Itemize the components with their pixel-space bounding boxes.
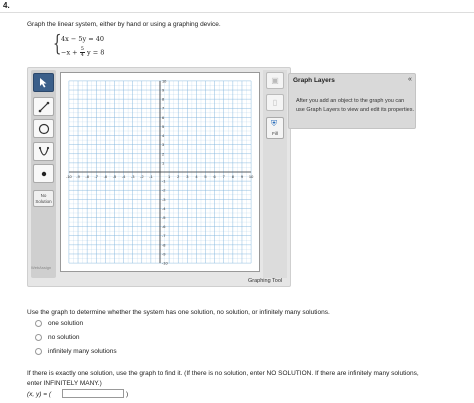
x-tick-label: -7: [94, 174, 98, 179]
point-tool-button[interactable]: [33, 164, 54, 183]
x-tick-label: 1: [168, 174, 170, 179]
part3-instruction-2: enter INFINITELY MANY.): [27, 380, 102, 387]
x-tick-label: 10: [249, 174, 254, 179]
paint-bucket-icon: ⛨: [271, 119, 277, 128]
answer-close-paren: ): [126, 391, 129, 398]
y-tick-label: -1: [162, 179, 166, 184]
pointer-icon: [40, 77, 47, 87]
y-tick-label: -2: [162, 188, 166, 193]
radio-one-solution[interactable]: [35, 320, 42, 327]
no-solution-button[interactable]: No Solution: [33, 190, 54, 207]
line-segment-icon: [38, 101, 49, 112]
radio-infinitely-many[interactable]: [35, 348, 42, 355]
equation-2: −x + 54 y = 8: [61, 46, 105, 58]
webassign-logo: WebAssign: [31, 265, 52, 270]
collapse-button[interactable]: «: [408, 76, 412, 83]
answer-input[interactable]: [62, 389, 124, 398]
question-number: 4.: [3, 1, 10, 10]
question-prompt: Graph the linear system, either by hand …: [27, 21, 221, 28]
parabola-icon: [38, 146, 49, 156]
line-tool-button[interactable]: [33, 97, 54, 116]
parabola-tool-button[interactable]: [33, 142, 54, 161]
equation-1: 4x − 5y = 40: [61, 35, 105, 43]
y-tick-label: -7: [162, 233, 166, 238]
option-one-solution: one solution: [48, 320, 84, 327]
part2-instruction: Use the graph to determine whether the s…: [27, 309, 330, 316]
graph-layers-title: Graph Layers: [293, 77, 335, 84]
x-tick-label: -10: [66, 174, 73, 179]
y-tick-label: 2: [162, 151, 164, 156]
answer-label: (x, y) = (: [27, 391, 52, 398]
graphing-tool-caption: Graphing Tool: [248, 278, 283, 284]
option-no-solution: no solution: [48, 334, 80, 341]
delete-icon: ▣: [271, 76, 279, 85]
x-tick-label: -2: [140, 174, 144, 179]
option-infinitely-many: infinitely many solutions: [48, 348, 117, 355]
y-tick-label: -10: [162, 261, 169, 266]
radio-no-solution[interactable]: [35, 334, 42, 341]
circle-tool-button[interactable]: [33, 119, 54, 138]
graph-canvas[interactable]: -10 -9 -8 -7 -6 -5 -4 -3 -2 -1 1 2 3 4 5 6 7 8 9 1010987654…: [60, 72, 260, 272]
x-tick-label: 7: [223, 174, 225, 179]
part3-instruction-1: If there is exactly one solution, use th…: [27, 370, 419, 377]
pointer-tool-button[interactable]: [33, 73, 54, 92]
x-tick-label: -1: [149, 174, 153, 179]
delete-button[interactable]: ▣: [266, 72, 284, 89]
y-tick-label: 7: [162, 106, 164, 111]
circle-icon: [38, 123, 49, 134]
x-tick-label: 2: [177, 174, 179, 179]
point-icon: [41, 171, 46, 176]
divider: [0, 12, 474, 13]
trash-icon: ▯: [272, 98, 278, 107]
graph-layers-text: After you add an object to the graph you…: [296, 98, 415, 113]
y-tick-label: 1: [162, 160, 164, 165]
trash-button[interactable]: ▯: [266, 94, 284, 111]
